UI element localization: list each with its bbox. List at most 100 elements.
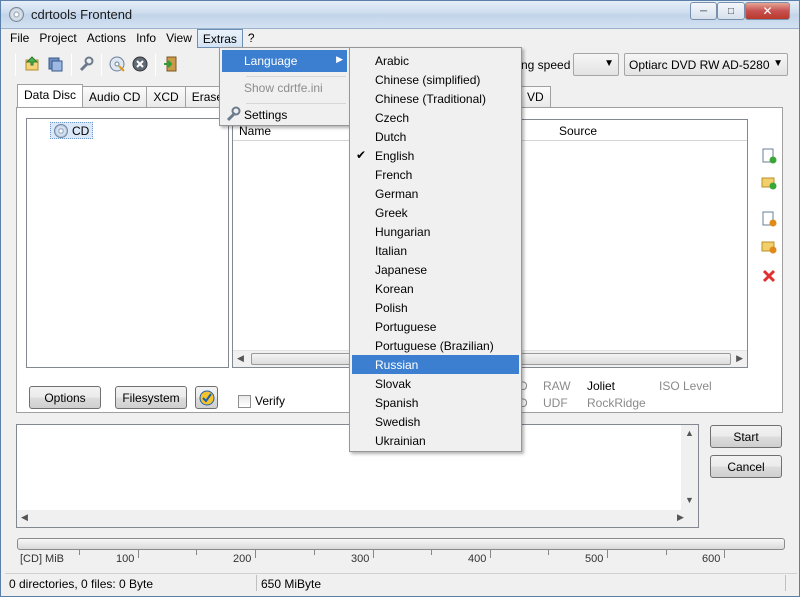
minimize-button[interactable]: ─ bbox=[690, 2, 717, 20]
language-item[interactable]: Japanese bbox=[352, 260, 519, 279]
language-item[interactable]: Chinese (simplified) bbox=[352, 70, 519, 89]
menu-view[interactable]: View bbox=[161, 29, 197, 48]
save-project-icon[interactable] bbox=[46, 55, 64, 73]
menu-file[interactable]: File bbox=[5, 29, 34, 48]
language-item[interactable]: Greek bbox=[352, 203, 519, 222]
check-filesystem-button[interactable] bbox=[195, 386, 218, 409]
fs-option-raw: RAW bbox=[543, 379, 571, 393]
filesystem-button[interactable]: Filesystem bbox=[115, 386, 187, 409]
language-item[interactable]: Portuguese bbox=[352, 317, 519, 336]
tab-xcd[interactable]: XCD bbox=[146, 86, 186, 108]
column-source[interactable]: Source bbox=[559, 124, 597, 138]
chevron-down-icon: ▼ bbox=[773, 58, 783, 69]
ruler-tick bbox=[607, 550, 608, 558]
window-title: cdrtools Frontend bbox=[31, 7, 133, 22]
language-item[interactable]: Portuguese (Brazilian) bbox=[352, 336, 519, 355]
settings-wrench-icon[interactable] bbox=[77, 55, 95, 73]
language-item[interactable]: Slovak bbox=[352, 374, 519, 393]
cd-icon bbox=[54, 123, 68, 138]
speed-select[interactable]: ▼ bbox=[573, 53, 619, 76]
scroll-left-icon[interactable]: ◀ bbox=[237, 353, 244, 364]
scroll-down-icon[interactable]: ▼ bbox=[685, 495, 694, 505]
language-item[interactable]: German bbox=[352, 184, 519, 203]
menu-info[interactable]: Info bbox=[131, 29, 161, 48]
scroll-left-icon[interactable]: ◀ bbox=[21, 512, 28, 523]
scroll-up-icon[interactable]: ▲ bbox=[685, 428, 694, 438]
ruler-tick-label: 400 bbox=[468, 553, 487, 565]
start-button[interactable]: Start bbox=[710, 425, 782, 448]
language-item[interactable]: Korean bbox=[352, 279, 519, 298]
verify-option[interactable]: Verify bbox=[238, 394, 285, 408]
exit-icon[interactable] bbox=[162, 55, 180, 73]
tab-data-disc[interactable]: Data Disc bbox=[17, 84, 84, 108]
column-name[interactable]: Name bbox=[239, 124, 271, 138]
options-button[interactable]: Options bbox=[29, 386, 101, 409]
ruler-tick bbox=[79, 550, 80, 555]
language-item[interactable]: Dutch bbox=[352, 127, 519, 146]
menu-item-settings[interactable]: Settings bbox=[222, 104, 347, 126]
add-file-icon[interactable] bbox=[761, 148, 777, 164]
folder-properties-icon[interactable] bbox=[761, 238, 777, 254]
extras-menu: Language ▶ Show cdrtfe.ini Settings bbox=[219, 47, 350, 126]
ruler-tick bbox=[196, 550, 197, 555]
log-horizontal-scrollbar[interactable]: ◀ ▶ bbox=[17, 510, 698, 527]
language-item[interactable]: French bbox=[352, 165, 519, 184]
abort-icon[interactable] bbox=[131, 55, 149, 73]
ruler-tick bbox=[666, 550, 667, 555]
drive-select[interactable]: Optiarc DVD RW AD-5280 ▼ bbox=[624, 53, 788, 76]
menu-help[interactable]: ? bbox=[243, 29, 260, 48]
language-item-label: English bbox=[375, 149, 415, 163]
language-item[interactable]: Spanish bbox=[352, 393, 519, 412]
tree-root-label: CD bbox=[72, 123, 90, 138]
toolbar-separator bbox=[101, 54, 102, 76]
menu-bar: File Project Actions Info View Extras ? bbox=[5, 29, 795, 49]
log-vertical-scrollbar[interactable]: ▲ ▼ bbox=[681, 425, 698, 511]
tree-root-cd[interactable]: CD bbox=[50, 122, 94, 139]
language-item-selected[interactable]: ✔ English bbox=[352, 146, 519, 165]
menu-item-show-ini[interactable]: Show cdrtfe.ini bbox=[222, 77, 347, 99]
cd-app-icon bbox=[9, 7, 24, 22]
tab-bar: Data Disc Audio CD XCD Erase bbox=[17, 84, 231, 108]
menu-extras[interactable]: Extras bbox=[196, 29, 243, 48]
language-item[interactable]: Hungarian bbox=[352, 222, 519, 241]
status-divider bbox=[785, 575, 786, 591]
chevron-down-icon: ▼ bbox=[604, 58, 614, 69]
verify-label: Verify bbox=[255, 394, 286, 408]
close-button[interactable]: ✕ bbox=[745, 2, 790, 20]
language-item[interactable]: Polish bbox=[352, 298, 519, 317]
ruler-tick bbox=[314, 550, 315, 555]
maximize-button[interactable]: □ bbox=[717, 2, 745, 20]
language-submenu: Arabic Chinese (simplified) Chinese (Tra… bbox=[349, 47, 522, 452]
language-item[interactable]: Swedish bbox=[352, 412, 519, 431]
drive-select-value: Optiarc DVD RW AD-5280 bbox=[629, 58, 770, 72]
delete-icon[interactable] bbox=[761, 268, 777, 284]
ruler-unit: [CD] MiB bbox=[20, 553, 64, 565]
tab-dvd[interactable]: VD bbox=[521, 86, 551, 108]
add-folder-icon[interactable] bbox=[761, 174, 777, 190]
burn-disc-icon[interactable] bbox=[108, 55, 126, 73]
menu-item-settings-label: Settings bbox=[244, 108, 288, 122]
ruler-tick-label: 600 bbox=[702, 553, 721, 565]
menu-item-language-label: Language bbox=[244, 54, 298, 68]
folder-tree[interactable]: CD bbox=[26, 118, 229, 368]
menu-item-language[interactable]: Language ▶ bbox=[222, 50, 347, 72]
language-item[interactable]: Arabic bbox=[352, 51, 519, 70]
language-item-highlighted[interactable]: Russian bbox=[352, 355, 519, 374]
cancel-button[interactable]: Cancel bbox=[710, 455, 782, 478]
language-item[interactable]: Italian bbox=[352, 241, 519, 260]
verify-checkbox[interactable] bbox=[238, 394, 251, 408]
scroll-right-icon[interactable]: ▶ bbox=[677, 512, 684, 523]
new-project-icon[interactable] bbox=[23, 55, 41, 73]
language-item[interactable]: Ukrainian bbox=[352, 431, 519, 450]
menu-project[interactable]: Project bbox=[34, 29, 81, 48]
language-item[interactable]: Chinese (Traditional) bbox=[352, 89, 519, 108]
file-properties-icon[interactable] bbox=[761, 211, 777, 227]
ruler-tick bbox=[138, 550, 139, 558]
ruler-tick bbox=[373, 550, 374, 558]
language-item[interactable]: Czech bbox=[352, 108, 519, 127]
scroll-right-icon[interactable]: ▶ bbox=[736, 353, 743, 364]
title-bar: cdrtools Frontend ─ □ ✕ bbox=[1, 1, 799, 29]
tab-audio-cd[interactable]: Audio CD bbox=[82, 86, 148, 108]
menu-actions[interactable]: Actions bbox=[82, 29, 131, 48]
status-file-count: 0 directories, 0 files: 0 Byte bbox=[9, 577, 154, 591]
